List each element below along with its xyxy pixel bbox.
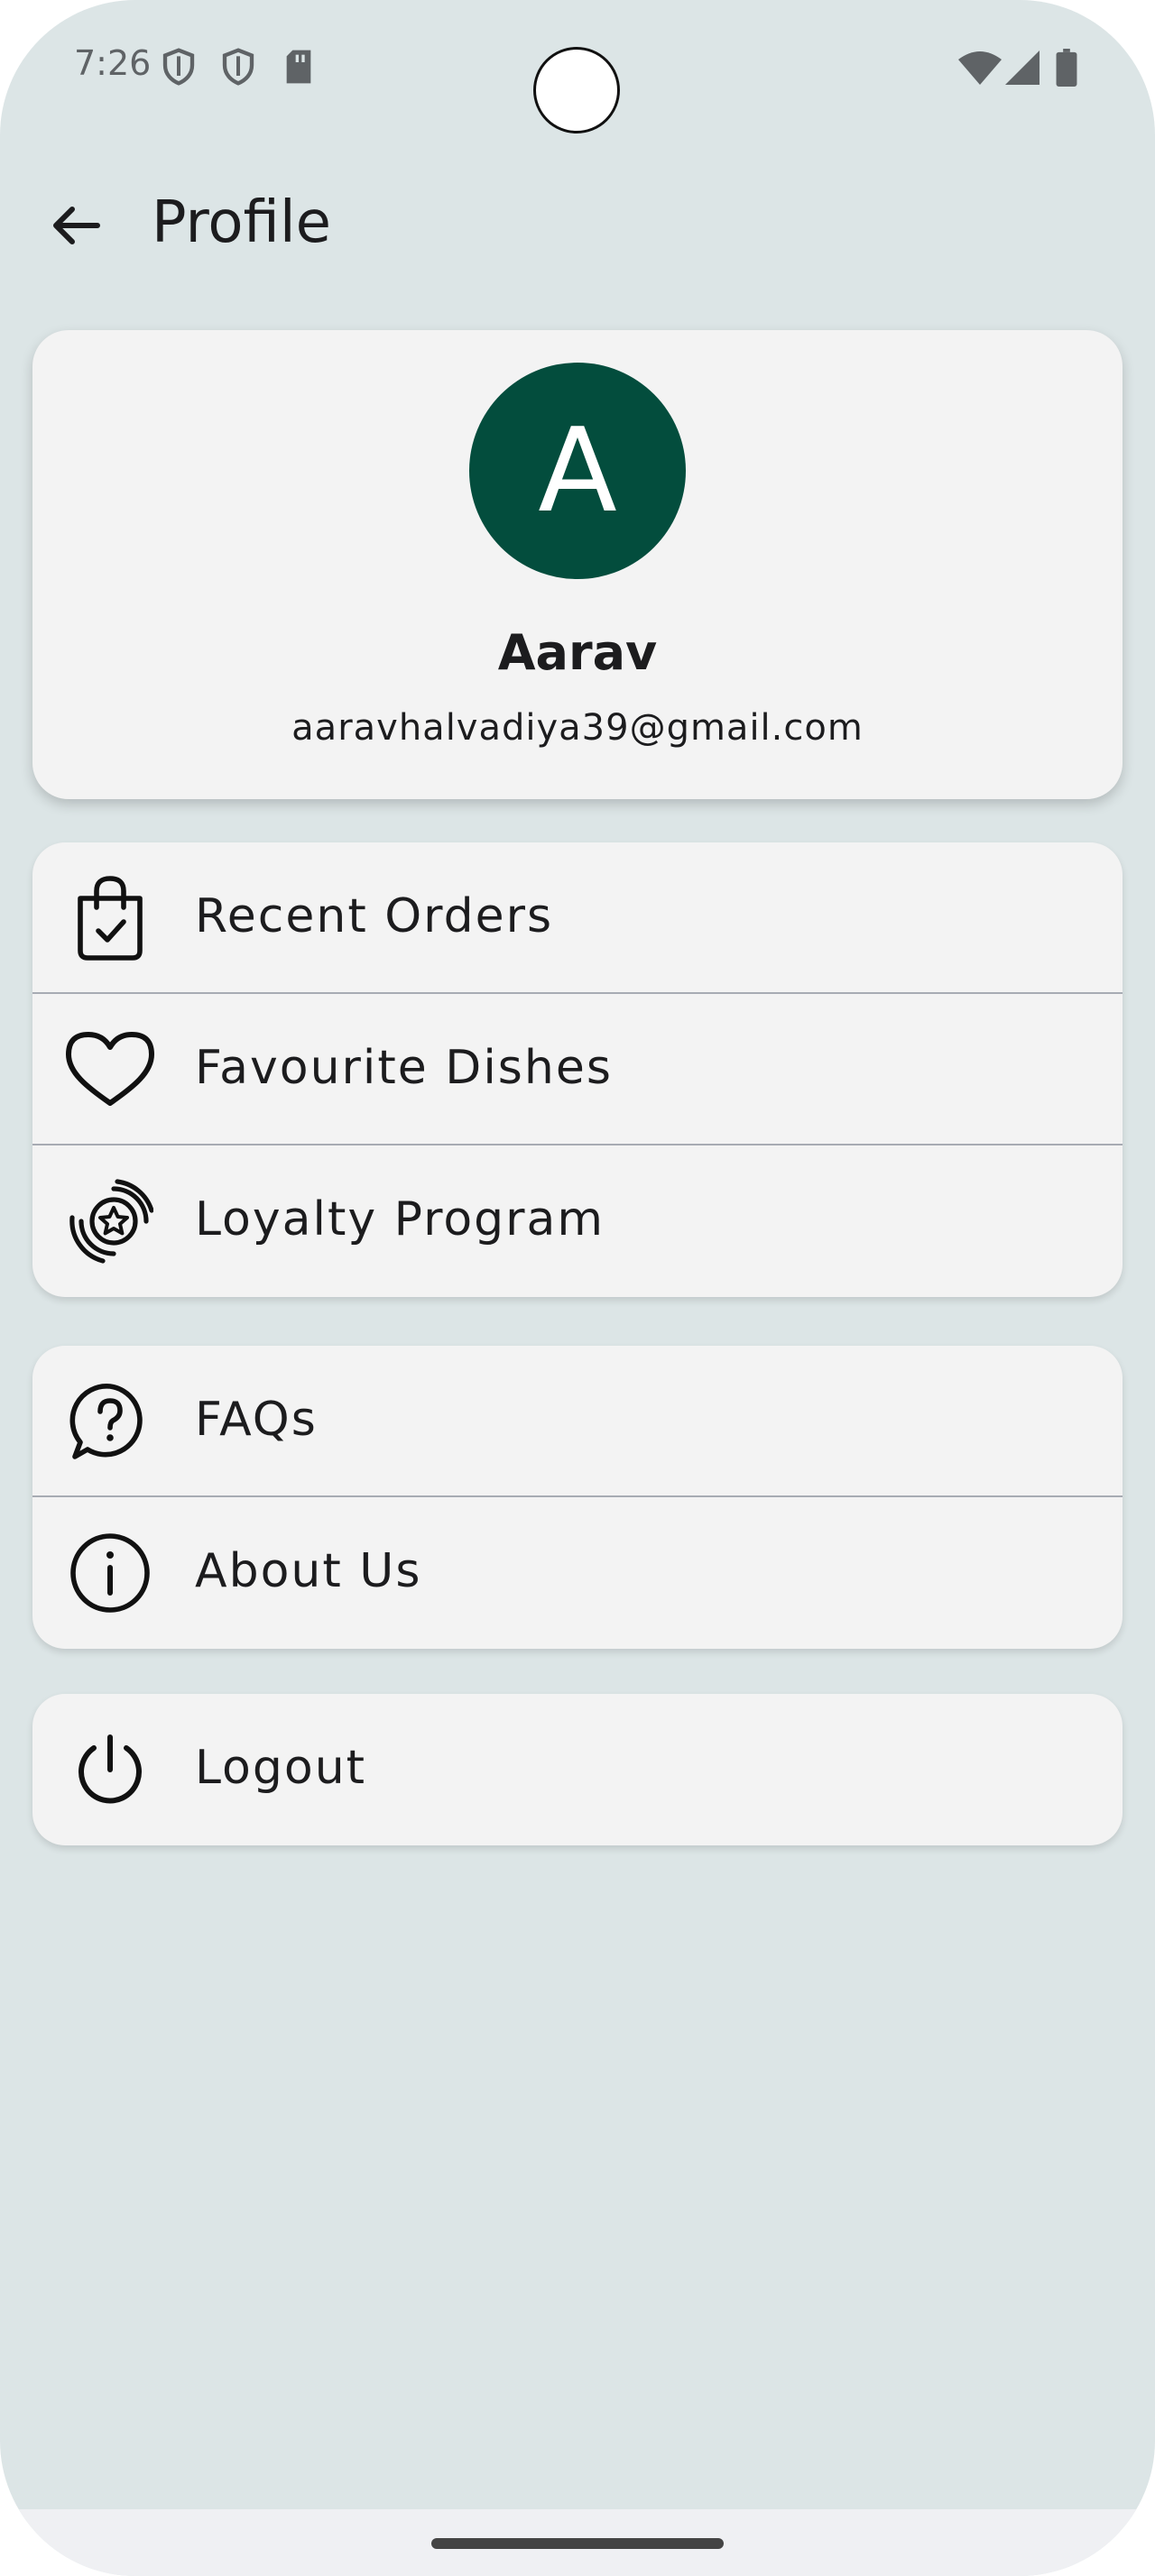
menu-item-logout[interactable]: Logout: [32, 1694, 1123, 1845]
info-icon: [65, 1528, 155, 1618]
shield-icon: [161, 47, 197, 90]
back-button[interactable]: [40, 198, 112, 256]
menu-label: Logout: [195, 1741, 367, 1795]
front-camera: [533, 47, 620, 133]
question-chat-icon: [65, 1376, 155, 1467]
shield-icon: [220, 47, 256, 90]
page-title: Profile: [152, 189, 331, 256]
star-badge-icon: [65, 1176, 155, 1266]
menu-item-loyalty-program[interactable]: Loyalty Program: [32, 1145, 1123, 1297]
menu-item-about-us[interactable]: About Us: [32, 1497, 1123, 1649]
menu-group-session: Logout: [32, 1694, 1123, 1845]
menu-group-info: FAQs About Us: [32, 1346, 1123, 1649]
menu-label: Loyalty Program: [195, 1192, 605, 1247]
navigation-bar: [0, 2509, 1155, 2576]
profile-card: A Aarav aaravhalvadiya39@gmail.com: [32, 330, 1123, 799]
menu-label: Favourite Dishes: [195, 1041, 613, 1095]
arrow-back-icon: [51, 204, 101, 251]
avatar[interactable]: A: [469, 363, 686, 579]
status-bar: 7:26: [0, 0, 1155, 135]
menu-group-account: Recent Orders Favourite Dishes Loyalty P…: [32, 842, 1123, 1297]
phone-screen: 7:26 Profile A Aarav aaravhalvadiya39@gm…: [0, 0, 1155, 2576]
home-gesture-handle[interactable]: [431, 2538, 724, 2549]
menu-label: FAQs: [195, 1393, 318, 1447]
avatar-letter: A: [538, 403, 617, 538]
menu-item-recent-orders[interactable]: Recent Orders: [32, 842, 1123, 994]
app-bar: Profile: [0, 171, 1155, 280]
power-icon: [65, 1725, 155, 1815]
status-time: 7:26: [74, 43, 152, 83]
shopping-bag-check-icon: [65, 873, 155, 963]
user-email: aaravhalvadiya39@gmail.com: [291, 707, 864, 749]
menu-item-faqs[interactable]: FAQs: [32, 1346, 1123, 1497]
signal-icon: [1005, 51, 1040, 88]
menu-label: Recent Orders: [195, 889, 554, 943]
battery-icon: [1056, 49, 1077, 90]
user-name: Aarav: [497, 624, 658, 681]
heart-icon: [65, 1025, 155, 1115]
wifi-icon: [958, 51, 1002, 88]
sd-card-icon: [283, 49, 314, 88]
menu-label: About Us: [195, 1544, 422, 1598]
menu-item-favourite-dishes[interactable]: Favourite Dishes: [32, 994, 1123, 1145]
